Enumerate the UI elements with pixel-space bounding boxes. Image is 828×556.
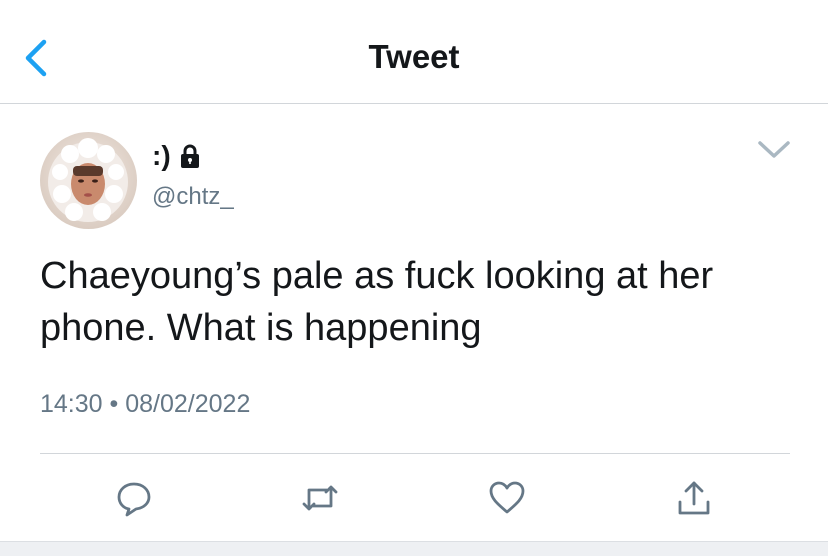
page-title: Tweet (368, 38, 460, 75)
reply-icon[interactable] (114, 478, 154, 518)
tweet-text-line: phone. What is happening (40, 307, 482, 349)
divider (40, 453, 790, 454)
navigation-bar: Tweet (0, 0, 828, 104)
tweet-text: Chaeyoung’s pale as fuck looking at her … (40, 250, 800, 354)
tweet-timestamp: 14:30 • 08/02/2022 (40, 390, 250, 419)
retweet-icon[interactable] (300, 478, 340, 518)
avatar[interactable] (40, 132, 137, 229)
heart-icon[interactable] (487, 478, 527, 518)
meta-separator: • (109, 390, 119, 418)
bottom-bar (0, 541, 828, 556)
lock-icon (180, 144, 199, 168)
share-icon[interactable] (674, 478, 714, 518)
display-name[interactable]: :) (152, 140, 171, 172)
chevron-down-icon[interactable] (756, 138, 792, 162)
author-name-row: :) (152, 138, 201, 174)
avatar-photo (40, 132, 137, 229)
tweet-text-line: Chaeyoung’s pale as fuck looking at her (40, 255, 714, 297)
tweet-time: 14:30 (40, 390, 103, 418)
tweet-date: 08/02/2022 (125, 390, 251, 418)
user-handle[interactable]: @chtz_ (152, 183, 234, 211)
